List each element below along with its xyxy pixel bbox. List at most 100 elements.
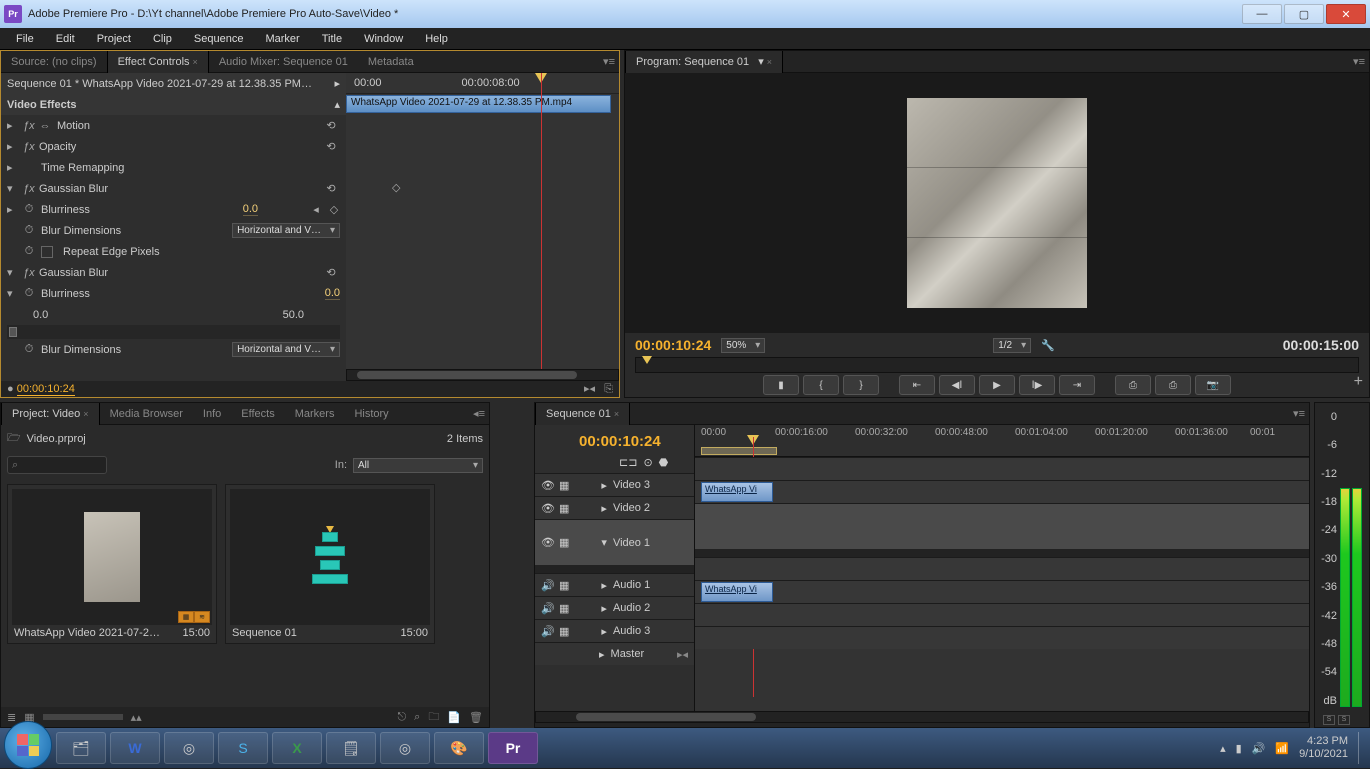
track-v2[interactable]: WhatsApp Vi [695, 480, 1309, 503]
track-master-label[interactable]: Master [611, 648, 645, 660]
start-button[interactable] [4, 721, 52, 769]
minimize-button[interactable]: — [1242, 4, 1282, 24]
menu-title[interactable]: Title [312, 31, 352, 47]
panel-menu-icon[interactable]: ▾≡ [603, 55, 615, 68]
lock-icon[interactable]: ▦ [559, 536, 569, 549]
program-timecode[interactable]: 00:00:10:24 [635, 337, 711, 353]
reset-icon[interactable]: ⟲ [322, 182, 340, 195]
collapse-icon[interactable]: ▾ [7, 287, 17, 300]
close-tab-icon[interactable]: × [193, 57, 198, 67]
zoom-slider[interactable] [43, 714, 123, 720]
add-marker-button[interactable]: ▮ [763, 375, 799, 395]
tab-audio-mixer[interactable]: Audio Mixer: Sequence 01 [209, 51, 358, 73]
opacity-label[interactable]: Opacity [39, 141, 316, 153]
panel-menu-icon[interactable]: ▾≡ [1353, 55, 1365, 68]
blur-dim2-dropdown[interactable]: Horizontal and V… [232, 342, 340, 357]
reset-icon[interactable]: ⟲ [322, 140, 340, 153]
expand-icon[interactable]: ▸ [599, 648, 605, 661]
ec-hscroll[interactable] [346, 369, 619, 381]
stopwatch-icon[interactable]: ⏱ [23, 224, 35, 237]
close-tab-icon[interactable]: × [83, 409, 88, 419]
ec-clip-bar[interactable]: WhatsApp Video 2021-07-29 at 12.38.35 PM… [346, 95, 611, 113]
find-icon[interactable]: ⌕ [414, 711, 420, 724]
tray-network-icon[interactable]: 📶 [1275, 742, 1289, 755]
collapse-icon[interactable]: ▾ [7, 266, 17, 279]
in-filter-dropdown[interactable]: All [353, 458, 483, 473]
sort-icon[interactable]: ▴▴ [131, 711, 142, 724]
tab-source[interactable]: Source: (no clips) [1, 51, 107, 73]
keyframe-icon[interactable]: ◇ [392, 181, 400, 194]
track-a1[interactable] [695, 557, 1309, 580]
timeline-tracks-area[interactable]: 00:00 00:00:16:00 00:00:32:00 00:00:48:0… [695, 425, 1309, 711]
lock-icon[interactable]: ▦ [559, 479, 569, 492]
eye-icon[interactable]: 👁 [541, 502, 553, 515]
collapse-icon[interactable]: ▾ [601, 536, 607, 549]
menu-clip[interactable]: Clip [143, 31, 182, 47]
timeline-ruler[interactable]: 00:00 00:00:16:00 00:00:32:00 00:00:48:0… [695, 425, 1309, 457]
blurriness-slider[interactable] [7, 325, 340, 339]
stopwatch-icon[interactable]: ⏱ [23, 287, 35, 300]
tab-sequence[interactable]: Sequence 01× [535, 403, 630, 425]
menu-project[interactable]: Project [87, 31, 141, 47]
prev-key-icon[interactable]: ◂ [310, 203, 322, 216]
collapse-icon[interactable]: ▴ [334, 98, 340, 111]
new-bin-icon[interactable]: 🗀 [428, 708, 439, 727]
track-a3[interactable] [695, 603, 1309, 626]
track-v1-label[interactable]: Video 1 [613, 537, 650, 549]
export-frame-button[interactable]: 📷 [1195, 375, 1231, 395]
mark-in-button[interactable]: { [803, 375, 839, 395]
close-tab-icon[interactable]: × [614, 409, 619, 419]
taskbar-skype[interactable]: S [218, 732, 268, 764]
stopwatch-icon[interactable]: ⏱ [23, 343, 35, 356]
close-button[interactable]: ✕ [1326, 4, 1366, 24]
taskbar-explorer[interactable]: 🗂 [56, 732, 106, 764]
marker-icon[interactable]: ⬣ [659, 456, 669, 469]
zoom-dropdown[interactable]: 50% [721, 338, 765, 353]
timeline-timecode[interactable]: 00:00:10:24 [535, 425, 694, 456]
menu-help[interactable]: Help [415, 31, 458, 47]
track-a3-label[interactable]: Audio 3 [613, 625, 650, 637]
blurriness2-value[interactable]: 0.0 [325, 287, 340, 300]
track-v1[interactable] [695, 503, 1309, 549]
taskbar-excel[interactable]: X [272, 732, 322, 764]
expand-icon[interactable]: ▸ [601, 502, 607, 515]
project-item-video[interactable]: ▦≋ WhatsApp Video 2021-07-2…15:00 [7, 484, 217, 644]
motion-label[interactable]: Motion [57, 120, 316, 132]
expand-icon[interactable]: ▸ [7, 161, 17, 174]
resolution-dropdown[interactable]: 1/2 [993, 338, 1031, 353]
extract-button[interactable]: ⎙ [1155, 375, 1191, 395]
add-key-icon[interactable]: ◇ [328, 203, 340, 216]
mark-out-button[interactable]: } [843, 375, 879, 395]
gaussian-blur-1-label[interactable]: Gaussian Blur [39, 183, 316, 195]
gaussian-blur-2-label[interactable]: Gaussian Blur [39, 267, 316, 279]
linked-sel-icon[interactable]: ⊙ [643, 456, 652, 469]
expand-icon[interactable]: ▸ [601, 625, 607, 638]
expand-icon[interactable]: ▸ [7, 203, 17, 216]
snap-icon[interactable]: ⊏⊐ [619, 456, 637, 469]
expand-icon[interactable]: ▸ [7, 140, 17, 153]
speaker-icon[interactable]: 🔊 [541, 625, 553, 638]
track-v3[interactable] [695, 457, 1309, 480]
tab-media-browser[interactable]: Media Browser [100, 403, 193, 425]
menu-file[interactable]: File [6, 31, 44, 47]
eye-icon[interactable]: 👁 [541, 479, 553, 492]
tray-battery-icon[interactable]: ▮ [1236, 742, 1242, 755]
automate-icon[interactable]: ⎋ [397, 711, 406, 724]
solo-left-button[interactable]: S [1323, 715, 1335, 725]
timeline-hscroll[interactable] [535, 711, 1309, 723]
delete-icon[interactable]: 🗑 [469, 711, 483, 724]
step-fwd-button[interactable]: Ⅰ▶ [1019, 375, 1055, 395]
panel-menu-icon[interactable]: ◂≡ [473, 407, 485, 420]
panel-menu-icon[interactable]: ▾≡ [1293, 407, 1305, 420]
wrench-icon[interactable]: 🔧 [1041, 339, 1055, 352]
lock-icon[interactable]: ▦ [559, 625, 569, 638]
expand-icon[interactable]: ▸ [7, 119, 17, 132]
tab-metadata[interactable]: Metadata [358, 51, 424, 73]
program-viewport[interactable] [625, 73, 1369, 333]
program-scrubber[interactable] [635, 357, 1359, 373]
button-editor-icon[interactable]: + [1354, 373, 1363, 391]
track-a2-label[interactable]: Audio 2 [613, 602, 650, 614]
work-area-bar[interactable] [701, 447, 777, 455]
speaker-icon[interactable]: 🔊 [541, 602, 553, 615]
track-a1-label[interactable]: Audio 1 [613, 579, 650, 591]
